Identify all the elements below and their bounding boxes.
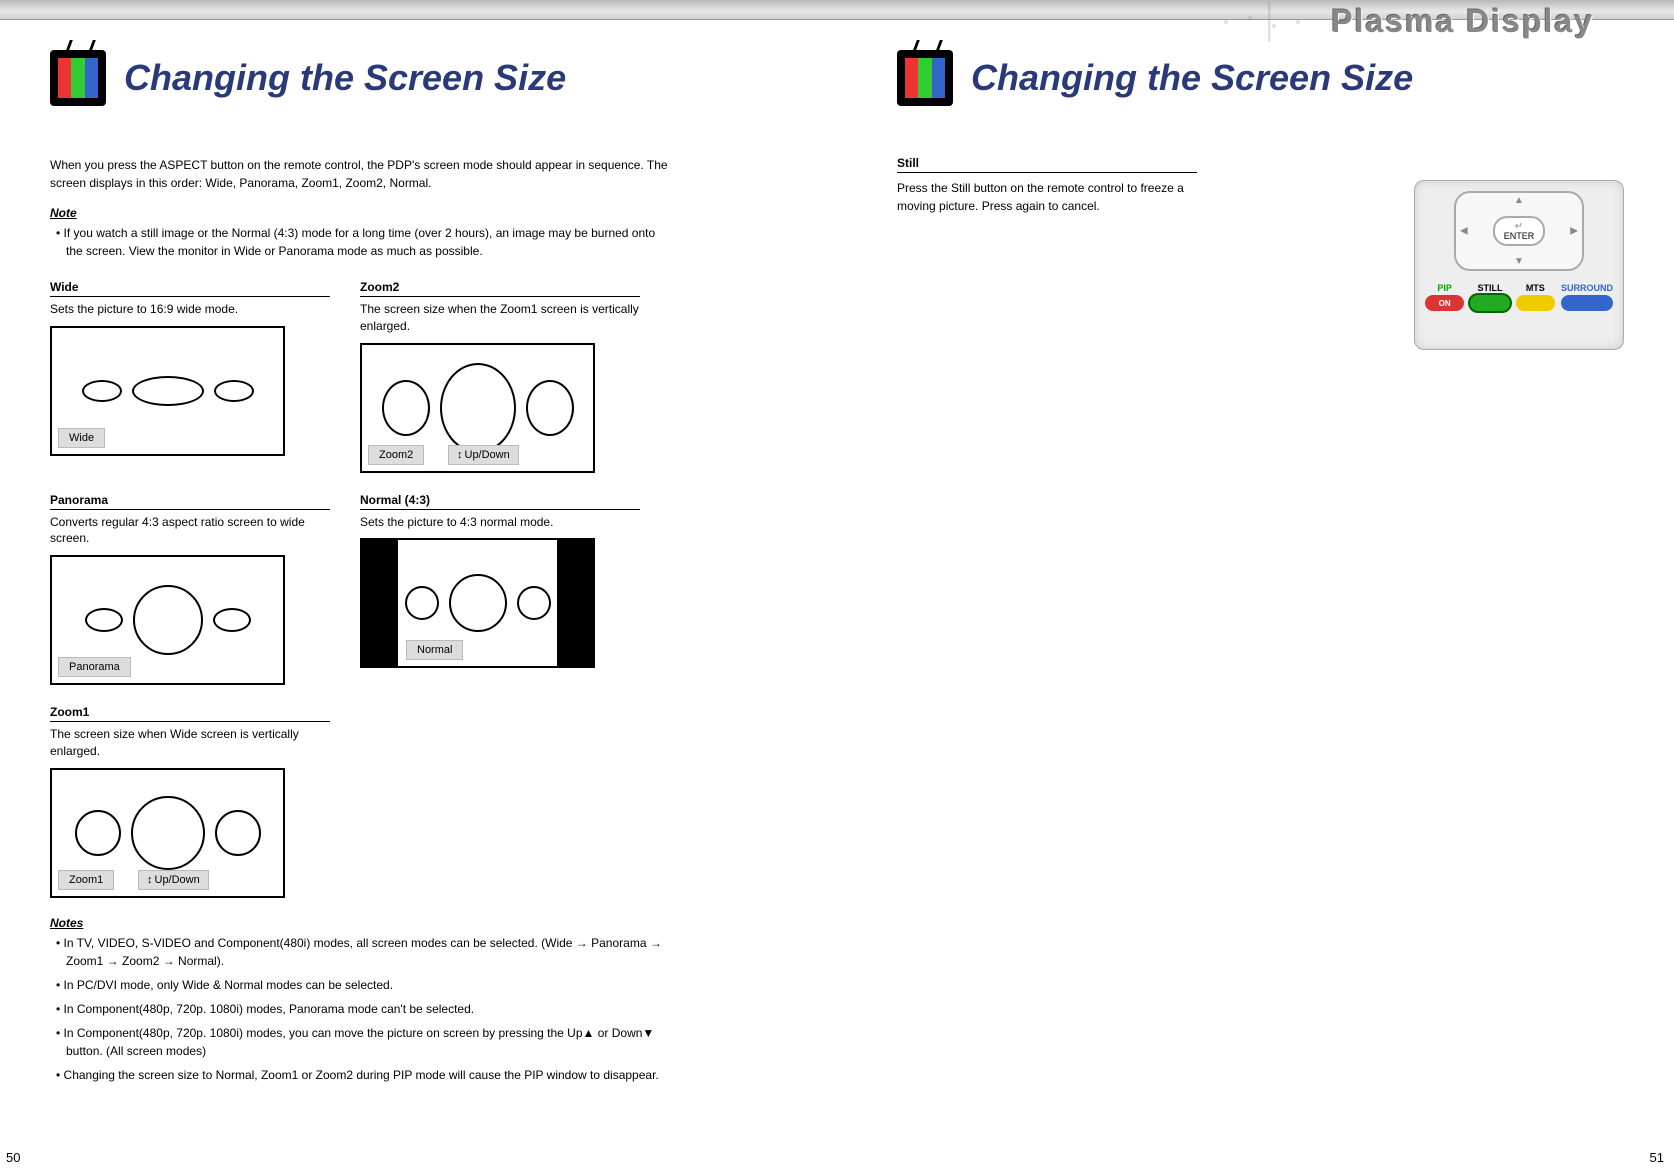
note-heading: Note xyxy=(50,206,787,220)
page-title: Changing the Screen Size xyxy=(124,57,566,99)
modes-grid: Wide Sets the picture to 16:9 wide mode.… xyxy=(50,280,787,898)
mode-zoom1: Zoom1 The screen size when Wide screen i… xyxy=(50,705,330,898)
mode-title: Zoom2 xyxy=(360,280,640,297)
diagram-tag: Panorama xyxy=(58,657,131,677)
note-bullet: If you watch a still image or the Normal… xyxy=(50,224,670,260)
remote-button-row: PIP ON STILL MTS SURROUND xyxy=(1425,283,1613,311)
surround-pill xyxy=(1561,295,1613,311)
notes-item: In Component(480p, 720p. 1080i) modes, P… xyxy=(50,1000,670,1018)
diagram-zoom1: Zoom1 Up/Down xyxy=(50,768,285,898)
mode-desc: The screen size when Wide screen is vert… xyxy=(50,726,330,760)
page-spread: Changing the Screen Size When you press … xyxy=(0,20,1674,1171)
diagram-tag: Zoom2 xyxy=(368,445,424,465)
still-button: STILL xyxy=(1470,283,1509,311)
dpad: ▲ ▼ ◀ ▶ ENTER xyxy=(1454,191,1584,271)
mode-title: Normal (4:3) xyxy=(360,493,640,510)
mode-zoom2: Zoom2 The screen size when the Zoom1 scr… xyxy=(360,280,640,473)
mode-title: Wide xyxy=(50,280,330,297)
intro-text: When you press the ASPECT button on the … xyxy=(50,156,670,192)
diagram-tag: Zoom1 xyxy=(58,870,114,890)
enter-button: ENTER xyxy=(1493,216,1545,246)
mts-button: MTS xyxy=(1516,283,1555,311)
mode-desc: The screen size when the Zoom1 screen is… xyxy=(360,301,640,335)
remote-control: ▲ ▼ ◀ ▶ ENTER PIP ON STILL MTS xyxy=(1414,180,1624,350)
page-number: 51 xyxy=(1650,1150,1664,1165)
updown-tag: Up/Down xyxy=(448,445,519,465)
pip-pill: ON xyxy=(1425,295,1464,311)
still-desc: Press the Still button on the remote con… xyxy=(897,179,1197,215)
still-pill xyxy=(1470,295,1509,311)
still-block: Still Press the Still button on the remo… xyxy=(897,156,1197,215)
title-row-right: Changing the Screen Size xyxy=(897,50,1614,106)
page-number: 50 xyxy=(6,1150,20,1165)
notes-item: Changing the screen size to Normal, Zoom… xyxy=(50,1066,670,1084)
updown-tag: Up/Down xyxy=(138,870,209,890)
pip-label: PIP xyxy=(1425,283,1464,293)
notes-heading: Notes xyxy=(50,916,690,930)
tv-icon xyxy=(50,50,106,106)
title-row-left: Changing the Screen Size xyxy=(50,50,787,106)
enter-label: ENTER xyxy=(1504,232,1535,241)
page-right: Changing the Screen Size Still Press the… xyxy=(837,20,1674,1171)
tv-icon xyxy=(897,50,953,106)
surround-button: SURROUND xyxy=(1561,283,1613,311)
pip-button: PIP ON xyxy=(1425,283,1464,311)
diagram-wide: Wide xyxy=(50,326,285,456)
mode-title: Zoom1 xyxy=(50,705,330,722)
diagram-normal: Normal xyxy=(360,538,595,668)
diagram-panorama: Panorama xyxy=(50,555,285,685)
notes-section: Notes In TV, VIDEO, S-VIDEO and Componen… xyxy=(50,916,690,1084)
arrow-right-icon: ▶ xyxy=(1570,226,1578,237)
still-label: STILL xyxy=(1470,283,1509,293)
notes-item: In TV, VIDEO, S-VIDEO and Component(480i… xyxy=(50,934,670,970)
diagram-tag: Normal xyxy=(406,640,463,660)
arrow-up-icon: ▲ xyxy=(1514,195,1524,206)
mode-panorama: Panorama Converts regular 4:3 aspect rat… xyxy=(50,493,330,686)
mts-label: MTS xyxy=(1516,283,1555,293)
still-title: Still xyxy=(897,156,1197,173)
arrow-down-icon: ▼ xyxy=(1514,256,1524,267)
notes-item: In PC/DVI mode, only Wide & Normal modes… xyxy=(50,976,670,994)
mode-wide: Wide Sets the picture to 16:9 wide mode.… xyxy=(50,280,330,473)
mode-desc: Sets the picture to 4:3 normal mode. xyxy=(360,514,640,531)
diagram-zoom2: Zoom2 Up/Down xyxy=(360,343,595,473)
mode-title: Panorama xyxy=(50,493,330,510)
mode-normal: Normal (4:3) Sets the picture to 4:3 nor… xyxy=(360,493,640,686)
arrow-left-icon: ◀ xyxy=(1460,226,1468,237)
mts-pill xyxy=(1516,295,1555,311)
notes-item: In Component(480p, 720p. 1080i) modes, y… xyxy=(50,1024,670,1060)
page-title: Changing the Screen Size xyxy=(971,57,1413,99)
mode-desc: Sets the picture to 16:9 wide mode. xyxy=(50,301,330,318)
surround-label: SURROUND xyxy=(1561,283,1613,293)
page-left: Changing the Screen Size When you press … xyxy=(0,20,837,1171)
mode-desc: Converts regular 4:3 aspect ratio screen… xyxy=(50,514,330,548)
diagram-tag: Wide xyxy=(58,428,105,448)
